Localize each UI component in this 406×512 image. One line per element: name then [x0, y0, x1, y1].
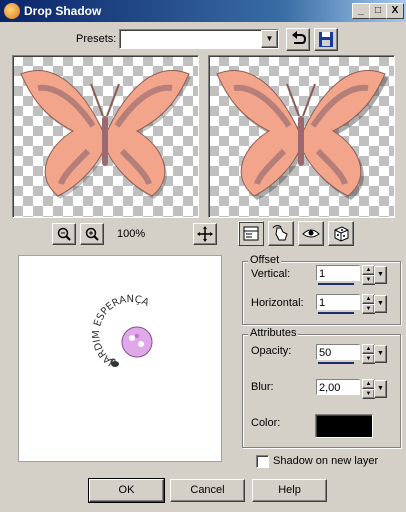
- presets-dropdown[interactable]: ▼: [119, 29, 279, 49]
- eye-icon: [302, 229, 320, 238]
- help-button[interactable]: Help: [252, 479, 327, 502]
- toggle-preview-button[interactable]: [238, 221, 264, 246]
- butterfly-before-image: [20, 70, 191, 199]
- close-button[interactable]: X: [386, 3, 404, 19]
- presets-label: Presets:: [76, 33, 117, 45]
- blur-dropdown-arrow[interactable]: ▼: [374, 380, 387, 398]
- opacity-input[interactable]: 50: [316, 344, 360, 360]
- vertical-label: Vertical:: [251, 268, 291, 280]
- save-preset-button[interactable]: [314, 28, 338, 51]
- horizontal-dropdown-arrow[interactable]: ▼: [374, 295, 387, 313]
- opacity-label: Opacity:: [251, 345, 292, 357]
- offset-group-label: Offset: [248, 254, 282, 266]
- after-preview: [208, 55, 395, 218]
- zoom-out-button[interactable]: [52, 223, 76, 245]
- shadow-new-layer-checkbox[interactable]: [256, 455, 269, 468]
- image-preview-canvas[interactable]: JARDIM ESPERANÇA: [18, 255, 222, 462]
- app-icon: [4, 3, 20, 19]
- butterfly-after-image: [216, 70, 388, 200]
- opacity-dropdown-arrow[interactable]: ▼: [374, 345, 387, 363]
- zoom-level: 100%: [117, 228, 146, 240]
- preview-window-icon: [243, 226, 259, 241]
- floppy-disk-icon: [319, 32, 333, 47]
- attributes-group-label: Attributes: [248, 327, 299, 339]
- stamp-image: JARDIM ESPERANÇA: [91, 294, 153, 368]
- maximize-button[interactable]: □: [369, 3, 387, 19]
- zoom-out-icon: [57, 227, 71, 241]
- proof-button[interactable]: [268, 221, 294, 246]
- randomize-button[interactable]: [328, 221, 354, 246]
- move-icon: [197, 226, 213, 242]
- hand-pointer-icon: [272, 225, 288, 241]
- zoom-in-icon: [85, 227, 99, 241]
- color-label: Color:: [251, 417, 281, 429]
- title-bar[interactable]: Drop Shadow _ □ X: [0, 0, 406, 22]
- cancel-button[interactable]: Cancel: [170, 479, 245, 502]
- dice-icon: [334, 226, 349, 242]
- reset-preset-button[interactable]: [286, 28, 310, 51]
- shadow-new-layer-label: Shadow on new layer: [273, 455, 379, 467]
- undo-icon: [292, 31, 307, 44]
- shadow-color-swatch[interactable]: [315, 414, 373, 438]
- ok-button[interactable]: OK: [88, 478, 165, 503]
- before-preview[interactable]: [12, 55, 199, 218]
- horizontal-label: Horizontal:: [251, 297, 304, 309]
- blur-input[interactable]: 2,00: [316, 379, 360, 395]
- auto-proof-button[interactable]: [298, 221, 324, 246]
- pan-button[interactable]: [193, 223, 217, 245]
- zoom-in-button[interactable]: [80, 223, 104, 245]
- vertical-input[interactable]: 1: [316, 265, 360, 281]
- horizontal-input[interactable]: 1: [316, 294, 360, 310]
- chevron-down-icon[interactable]: ▼: [261, 30, 278, 48]
- minimize-button[interactable]: _: [352, 3, 370, 19]
- vertical-dropdown-arrow[interactable]: ▼: [374, 266, 387, 284]
- blur-label: Blur:: [251, 381, 274, 393]
- window-title: Drop Shadow: [24, 4, 102, 18]
